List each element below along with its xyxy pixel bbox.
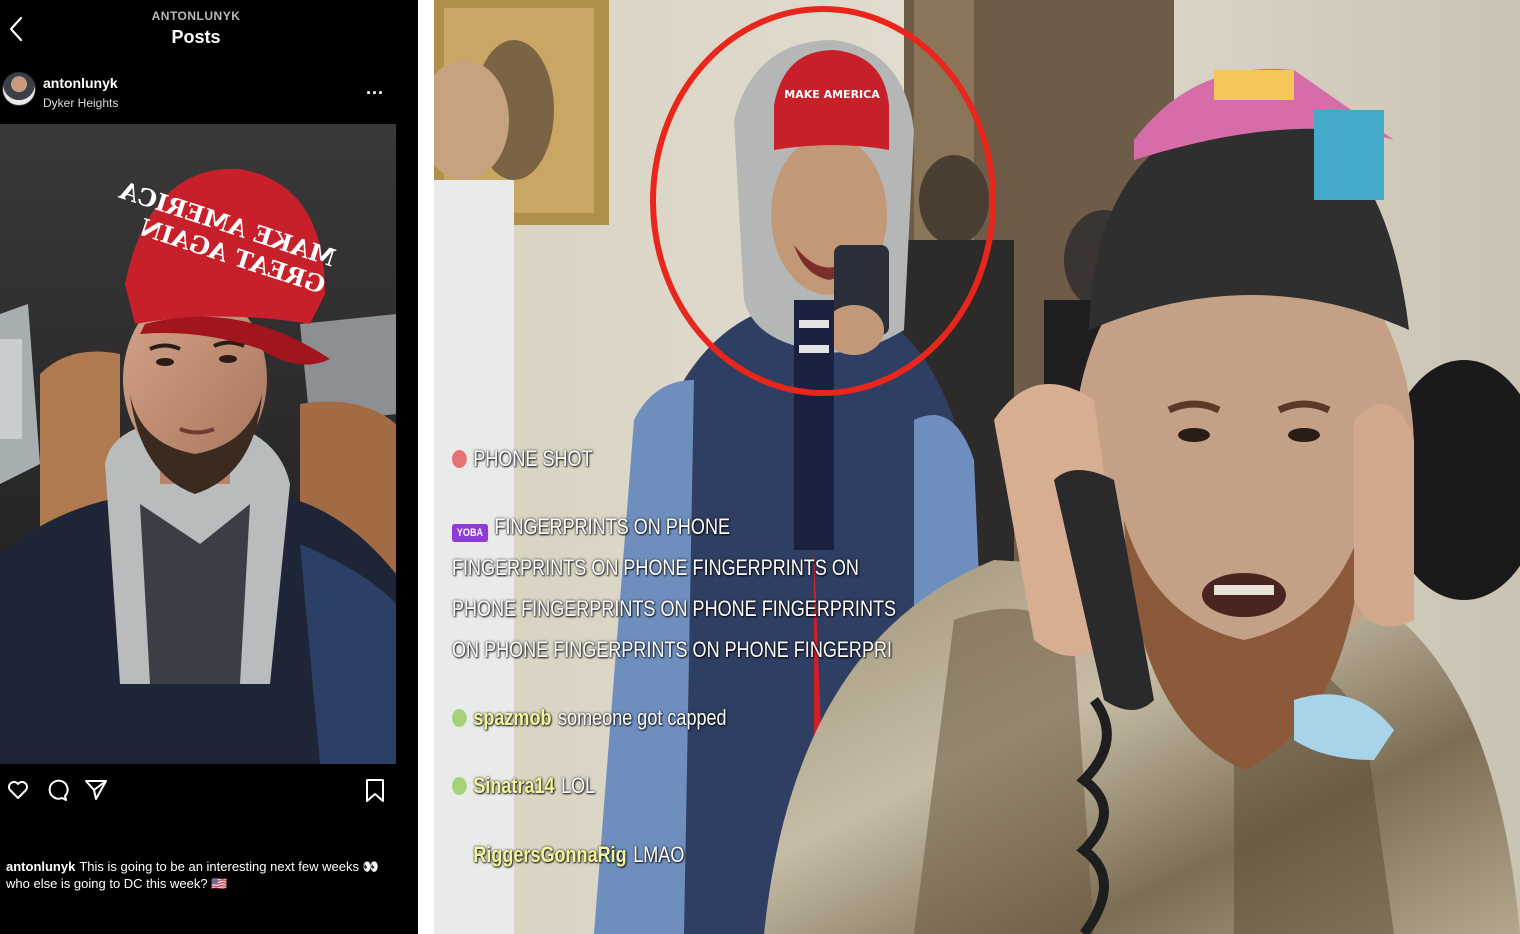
like-button[interactable] bbox=[6, 778, 30, 807]
page-title: Posts bbox=[171, 27, 221, 47]
comment-button[interactable] bbox=[45, 778, 69, 807]
livestream-frame: MAKE AMERICA PHONE SHOT YOBA FINGERPRINT… bbox=[434, 0, 1520, 934]
bookmark-icon bbox=[366, 779, 384, 802]
post-location[interactable]: Dyker Heights bbox=[43, 96, 118, 110]
composite-image: ANTONLUNYK Posts antonlunyk Dyker Height… bbox=[0, 0, 1520, 934]
post-caption: antonlunyk This is going to be an interes… bbox=[6, 858, 386, 892]
heart-icon bbox=[8, 781, 28, 799]
selfie-photo-illustration: MAKE AMERICA GREAT AGAIN bbox=[0, 124, 396, 764]
post-header: antonlunyk Dyker Heights ... bbox=[0, 64, 418, 120]
post-username[interactable]: antonlunyk bbox=[43, 75, 118, 91]
panel-divider bbox=[418, 0, 434, 934]
instagram-post-panel: ANTONLUNYK Posts antonlunyk Dyker Height… bbox=[0, 0, 418, 934]
profile-username-header: ANTONLUNYK bbox=[151, 9, 241, 23]
more-options-button[interactable]: ... bbox=[366, 78, 384, 99]
instagram-top-bar: ANTONLUNYK Posts bbox=[0, 0, 418, 58]
avatar[interactable] bbox=[2, 72, 36, 106]
share-button[interactable] bbox=[84, 778, 108, 807]
post-action-bar bbox=[0, 776, 396, 812]
post-photo[interactable]: MAKE AMERICA GREAT AGAIN bbox=[0, 124, 396, 764]
caption-username[interactable]: antonlunyk bbox=[6, 859, 75, 874]
comment-icon bbox=[48, 779, 69, 801]
share-icon bbox=[85, 780, 107, 800]
stream-hat-text: MAKE AMERICA bbox=[784, 88, 880, 101]
livestream-scene-illustration: MAKE AMERICA bbox=[434, 0, 1520, 934]
save-button[interactable] bbox=[364, 778, 386, 809]
